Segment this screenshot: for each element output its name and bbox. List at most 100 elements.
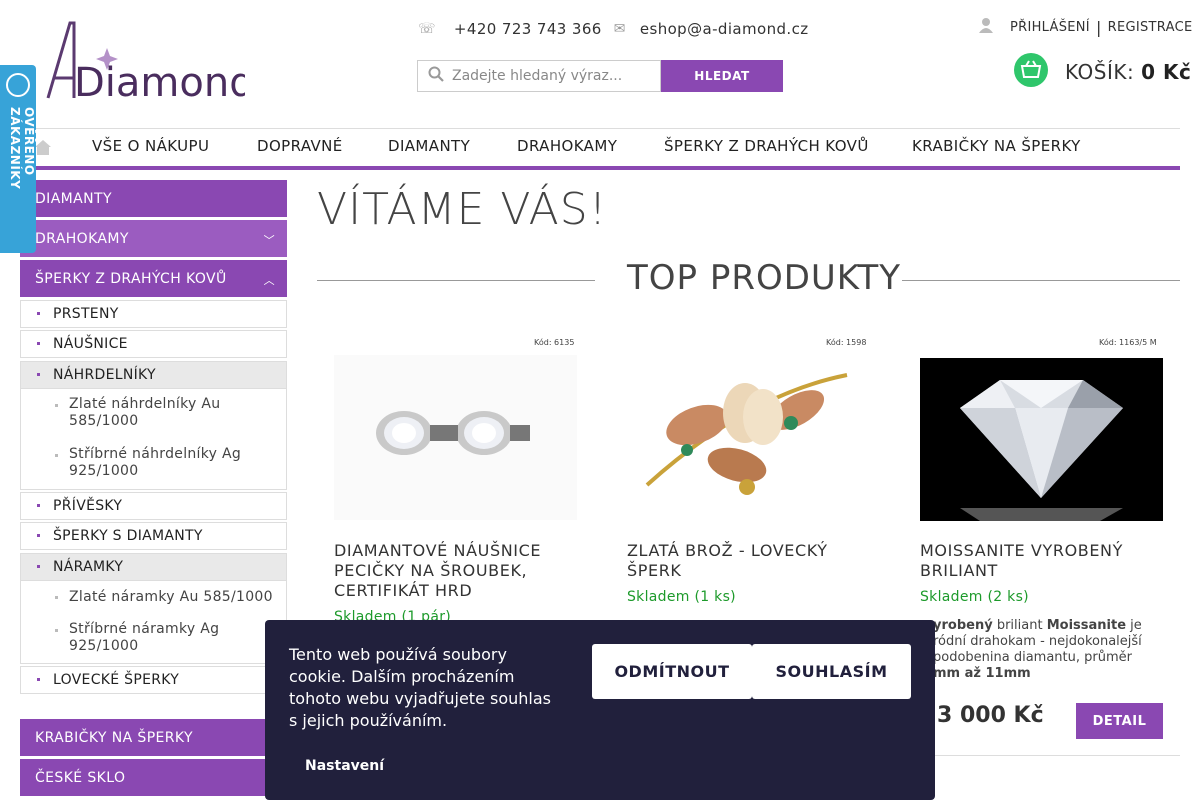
desc-word: je — [1130, 618, 1142, 633]
sidebar-subsub-stribrne-nahrdelniky[interactable]: Stříbrné náhrdelníky Ag 925/1000 — [20, 439, 287, 490]
sidebar-cat-ceske-sklo[interactable]: ČESKÉ SKLO — [20, 759, 287, 796]
cart-value: 0 Kč — [1141, 60, 1192, 84]
cookie-settings-link[interactable]: Nastavení — [305, 758, 384, 774]
separator: | — [1095, 17, 1102, 37]
search-icon — [428, 66, 444, 86]
sidebar-cat-krabicky[interactable]: KRABIČKY NA ŠPERKY — [20, 719, 287, 756]
product-image[interactable] — [334, 355, 577, 520]
detail-button[interactable]: DETAIL — [1076, 703, 1163, 739]
nav-item-dopravne[interactable]: DOPRAVNÉ — [257, 137, 343, 155]
desc-word: yrobený — [933, 618, 993, 633]
sidebar-cat-drahokamy[interactable]: DRAHOKAMY ﹀ — [20, 220, 287, 257]
sidebar-sub-naramky[interactable]: NÁRAMKY — [20, 553, 287, 581]
sidebar-sub-label: NÁUŠNICE — [53, 336, 128, 352]
earrings-image — [376, 411, 530, 455]
sidebar-subsub-label: Stříbrné náhrdelníky Ag 925/1000 — [69, 446, 242, 479]
bullet — [37, 373, 40, 376]
desc-line: podobenina diamantu, průměr — [933, 650, 1132, 665]
diamond-image — [960, 380, 1123, 521]
cookie-text: Tento web používá soubory cookie. Dalším… — [289, 645, 551, 730]
sidebar-sub-nahrdelniky[interactable]: NÁHRDELNÍKY — [20, 361, 287, 389]
bullet — [55, 596, 58, 599]
cookie-banner: Tento web používá soubory cookie. Dalším… — [265, 620, 935, 800]
desc-line: mm až 11mm — [933, 666, 1031, 681]
sidebar-sub-label: NÁRAMKY — [53, 559, 124, 575]
logo-text: Diamond — [74, 60, 245, 103]
sidebar-sub-label: LOVECKÉ ŠPERKY — [53, 672, 180, 688]
email-address[interactable]: eshop@a-diamond.cz — [640, 20, 809, 38]
sidebar-subsub-label: Zlaté náramky Au 585/1000 — [69, 589, 273, 605]
sidebar-sub-label: ŠPERKY S DIAMANTY — [53, 528, 203, 544]
search-placeholder: Zadejte hledaný výraz... — [452, 68, 623, 84]
verified-label: OVĚŘENO ZÁKAZNÍKY — [8, 107, 36, 190]
cart-icon[interactable] — [1014, 53, 1048, 87]
logo[interactable]: Diamond — [40, 18, 255, 106]
account-links: PŘIHLÁŠENÍ | REGISTRACE — [978, 16, 1192, 38]
home-icon[interactable] — [34, 138, 52, 156]
divider — [920, 755, 1180, 756]
sidebar-sub-prsteny[interactable]: PRSTENY — [20, 300, 287, 328]
bullet — [55, 454, 58, 457]
contact-row: ☏ +420 723 743 366 ✉ eshop@a-diamond.cz — [418, 18, 809, 40]
product-image[interactable] — [627, 355, 870, 520]
brooch-image — [645, 373, 848, 495]
sidebar-subsub-zlate-nahrdelniky[interactable]: Zlaté náhrdelníky Au 585/1000 — [20, 389, 287, 439]
register-link[interactable]: REGISTRACE — [1108, 20, 1193, 35]
nav-item-krabicky[interactable]: KRABIČKY NA ŠPERKY — [912, 137, 1081, 155]
sidebar-sub-sperky-s-diamanty[interactable]: ŠPERKY S DIAMANTY — [20, 522, 287, 550]
product-price: 3 000 Kč — [937, 703, 1044, 728]
sidebar-cat-label: DRAHOKAMY — [35, 230, 129, 247]
login-link[interactable]: PŘIHLÁŠENÍ — [1010, 20, 1090, 35]
sidebar-cat-label: KRABIČKY NA ŠPERKY — [35, 729, 193, 746]
verified-customers-tab[interactable]: OVĚŘENO ZÁKAZNÍKY — [0, 65, 36, 253]
product-name[interactable]: MOISSANITE VYROBENÝ BRILIANT — [920, 541, 1160, 581]
bullet — [37, 342, 40, 345]
product-stock: Skladem (1 ks) — [627, 589, 736, 605]
product-code: Kód: 1598 — [826, 338, 867, 347]
sidebar-cat-sperky[interactable]: ŠPERKY Z DRAHÝCH KOVŮ ︿ — [20, 260, 287, 297]
divider — [317, 280, 595, 281]
sidebar-cat-label: ČESKÉ SKLO — [35, 769, 126, 786]
sidebar-sub-label: PRSTENY — [53, 306, 119, 322]
product-description: yrobený briliant Moissanite je ródní dra… — [933, 618, 1178, 682]
bullet — [37, 678, 40, 681]
bullet — [55, 629, 58, 632]
search-button[interactable]: HLEDAT — [661, 60, 783, 92]
accept-cookies-button[interactable]: SOUHLASÍM — [752, 644, 911, 699]
sidebar-sub-nausnice[interactable]: NÁUŠNICE — [20, 330, 287, 358]
product-stock: Skladem (2 ks) — [920, 589, 1029, 605]
product-code: Kód: 6135 — [534, 338, 575, 347]
sidebar-cat-label: ŠPERKY Z DRAHÝCH KOVŮ — [35, 270, 227, 287]
sidebar-sub-label: PŘÍVĚSKY — [53, 498, 123, 514]
product-image[interactable] — [920, 358, 1163, 521]
bullet — [55, 404, 58, 407]
desc-line: ródní drahokam - nejdokonalejší — [933, 634, 1142, 649]
sidebar-subsub-label: Stříbrné náramky Ag 925/1000 — [69, 621, 220, 654]
product-name[interactable]: DIAMANTOVÉ NÁUŠNICE PECIČKY NA ŠROUBEK, … — [334, 541, 574, 601]
sidebar-cat-label: DIAMANTY — [35, 190, 112, 207]
sidebar-sub-privesky[interactable]: PŘÍVĚSKY — [20, 492, 287, 520]
email-icon: ✉ — [613, 21, 626, 37]
user-icon — [978, 17, 994, 37]
bullet — [37, 565, 40, 568]
nav-item-sperky[interactable]: ŠPERKY Z DRAHÝCH KOVŮ — [664, 137, 869, 155]
logo-graphic: Diamond — [46, 21, 255, 106]
nav-item-vse-o-nakupu[interactable]: VŠE O NÁKUPU — [92, 137, 209, 155]
section-title: TOP PRODUKTY — [627, 258, 901, 298]
bullet — [37, 504, 40, 507]
sidebar-subsub-zlate-naramky[interactable]: Zlaté náramky Au 585/1000 — [20, 581, 287, 614]
phone-number[interactable]: +420 723 743 366 — [454, 20, 602, 38]
sidebar-sub-lovecke[interactable]: LOVECKÉ ŠPERKY — [20, 666, 287, 694]
cart-summary[interactable]: KOŠÍK: 0 Kč — [1065, 60, 1191, 84]
sidebar-cat-diamanty[interactable]: DIAMANTY — [20, 180, 287, 217]
nav-item-diamanty[interactable]: DIAMANTY — [388, 137, 470, 155]
product-name[interactable]: ZLATÁ BROŽ - LOVECKÝ ŠPERK — [627, 541, 867, 581]
reject-cookies-button[interactable]: ODMÍTNOUT — [592, 644, 752, 699]
page-title: VÍTÁME VÁS! — [317, 184, 608, 235]
chevron-up-icon: ︿ — [263, 274, 275, 287]
phone-icon: ☏ — [418, 21, 436, 37]
sidebar-subsub-stribrne-naramky[interactable]: Stříbrné náramky Ag 925/1000 — [20, 614, 287, 664]
search-input[interactable]: Zadejte hledaný výraz... — [417, 60, 661, 92]
sidebar-subsub-label: Zlaté náhrdelníky Au 585/1000 — [69, 396, 221, 429]
nav-item-drahokamy[interactable]: DRAHOKAMY — [517, 137, 617, 155]
